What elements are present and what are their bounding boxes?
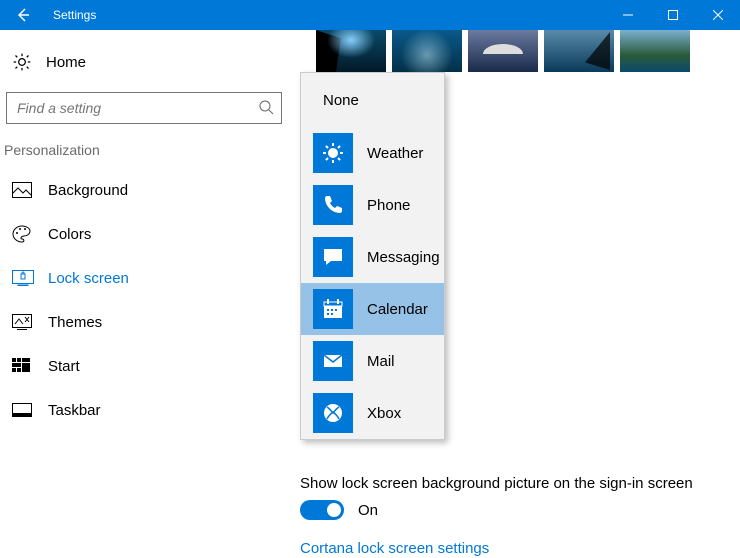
image-icon (12, 182, 36, 198)
sidebar-item-start[interactable]: Start (0, 344, 300, 388)
dropdown-item-label: Xbox (367, 405, 401, 422)
window-title: Settings (45, 8, 605, 22)
taskbar-icon (12, 403, 36, 417)
search-box[interactable] (6, 92, 282, 124)
dropdown-item-mail[interactable]: Mail (301, 335, 444, 387)
sidebar-item-label: Themes (48, 314, 102, 331)
gear-icon (12, 52, 36, 72)
sun-icon (313, 133, 353, 173)
dropdown-item-calendar[interactable]: Calendar (301, 283, 444, 335)
thumbnail[interactable] (620, 30, 690, 72)
close-button[interactable] (695, 0, 740, 30)
sidebar-item-label: Start (48, 358, 80, 375)
sidebar-section-header: Personalization (0, 138, 300, 168)
dropdown-item-phone[interactable]: Phone (301, 179, 444, 231)
calendar-icon (313, 289, 353, 329)
palette-icon (12, 225, 36, 243)
arrow-left-icon (15, 7, 31, 23)
sidebar-home-label: Home (46, 54, 86, 71)
main-content: None Weather Phone Messaging Calendar Ma… (300, 30, 740, 558)
dropdown-item-label: Calendar (367, 301, 428, 318)
app-picker-dropdown: None Weather Phone Messaging Calendar Ma… (300, 72, 445, 440)
sidebar-item-themes[interactable]: Themes (0, 300, 300, 344)
dropdown-item-xbox[interactable]: Xbox (301, 387, 444, 439)
signin-picture-label: Show lock screen background picture on t… (300, 475, 693, 492)
xbox-icon (313, 393, 353, 433)
thumbnail[interactable] (468, 30, 538, 72)
dropdown-item-label: Phone (367, 197, 410, 214)
sidebar: Home Personalization Background Colors L… (0, 30, 300, 558)
dropdown-item-weather[interactable]: Weather (301, 127, 444, 179)
thumbnail[interactable] (392, 30, 462, 72)
cortana-lock-screen-link[interactable]: Cortana lock screen settings (300, 540, 489, 557)
maximize-button[interactable] (650, 0, 695, 30)
sidebar-home[interactable]: Home (0, 42, 300, 82)
themes-icon (12, 314, 36, 330)
maximize-icon (668, 10, 678, 20)
thumbnail[interactable] (316, 30, 386, 72)
sidebar-item-taskbar[interactable]: Taskbar (0, 388, 300, 432)
lock-screen-icon (12, 270, 36, 286)
minimize-button[interactable] (605, 0, 650, 30)
sidebar-item-label: Lock screen (48, 270, 129, 287)
dropdown-item-messaging[interactable]: Messaging (301, 231, 444, 283)
dropdown-item-label: Messaging (367, 249, 440, 266)
phone-icon (313, 185, 353, 225)
dropdown-item-none[interactable]: None (301, 73, 444, 127)
dropdown-item-label: Mail (367, 353, 395, 370)
sidebar-item-lock-screen[interactable]: Lock screen (0, 256, 300, 300)
titlebar: Settings (0, 0, 740, 30)
background-thumbnails (316, 30, 740, 72)
signin-picture-toggle[interactable] (300, 500, 344, 520)
thumbnail[interactable] (544, 30, 614, 72)
search-input[interactable] (6, 92, 282, 124)
sidebar-item-label: Background (48, 182, 128, 199)
sidebar-item-label: Taskbar (48, 402, 101, 419)
search-icon (258, 99, 274, 120)
sidebar-item-label: Colors (48, 226, 91, 243)
toggle-state-label: On (358, 502, 378, 519)
minimize-icon (623, 10, 633, 20)
mail-icon (313, 341, 353, 381)
chat-icon (313, 237, 353, 277)
start-icon (12, 358, 36, 374)
sidebar-item-background[interactable]: Background (0, 168, 300, 212)
close-icon (713, 10, 723, 20)
sidebar-item-colors[interactable]: Colors (0, 212, 300, 256)
window-controls (605, 0, 740, 30)
back-button[interactable] (0, 0, 45, 30)
dropdown-item-label: Weather (367, 145, 423, 162)
